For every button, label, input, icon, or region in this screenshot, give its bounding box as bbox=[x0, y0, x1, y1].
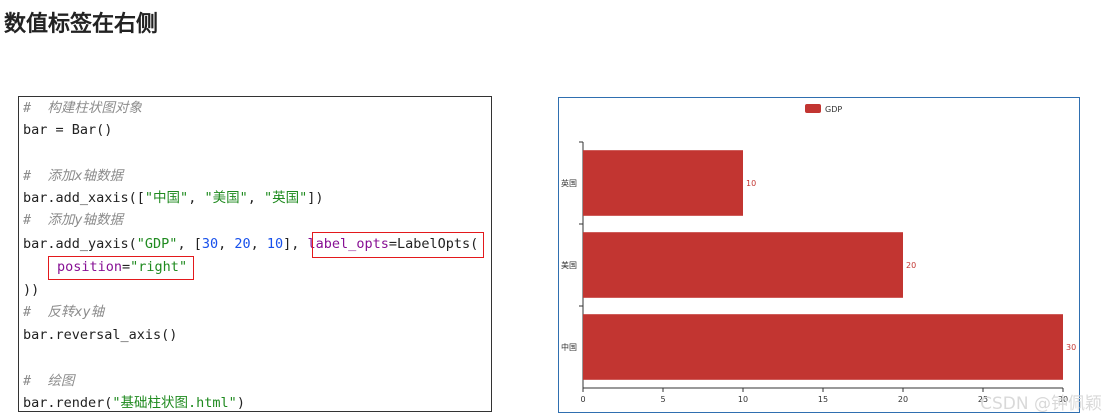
code-line: bar.reversal_axis() bbox=[23, 327, 178, 343]
y-tick-label: 美国 bbox=[561, 260, 577, 270]
code-comment: # 添加y轴数据 bbox=[23, 212, 124, 228]
code-comment: # 绘图 bbox=[23, 373, 75, 389]
code-line: )) bbox=[23, 282, 40, 298]
legend-swatch[interactable] bbox=[805, 104, 821, 113]
x-tick-label: 10 bbox=[738, 395, 748, 404]
bar[interactable] bbox=[583, 314, 1063, 380]
highlight-box-label-opts bbox=[312, 232, 484, 258]
x-tick-label: 20 bbox=[898, 395, 908, 404]
code-comment: # 反转xy轴 bbox=[23, 304, 105, 320]
bar-chart: GDP 0 5 10 15 20 25 3030中国20美国10英国 bbox=[561, 104, 1076, 404]
data-label: 20 bbox=[906, 261, 916, 270]
page-title: 数值标签在右侧 bbox=[4, 11, 159, 37]
watermark: CSDN @钟佩颖 bbox=[980, 394, 1102, 414]
bar[interactable] bbox=[583, 232, 903, 298]
x-tick-label: 15 bbox=[818, 395, 828, 404]
code-line: bar = Bar() bbox=[23, 122, 113, 138]
legend-label[interactable]: GDP bbox=[825, 105, 842, 114]
code-comment: # 构建柱状图对象 bbox=[23, 100, 142, 116]
y-tick-label: 英国 bbox=[561, 178, 577, 188]
data-label: 10 bbox=[746, 179, 756, 188]
code-block: # 构建柱状图对象 bar = Bar() # 添加x轴数据 bar.add_x… bbox=[18, 96, 492, 412]
code-comment: # 添加x轴数据 bbox=[23, 168, 124, 184]
code-line: bar.add_xaxis(["中国", "美国", "英国"]) bbox=[23, 190, 324, 206]
bar[interactable] bbox=[583, 150, 743, 216]
highlight-box-position bbox=[48, 256, 194, 280]
x-tick-label: 0 bbox=[580, 395, 585, 404]
data-label: 30 bbox=[1066, 343, 1076, 352]
x-tick-label: 5 bbox=[660, 395, 665, 404]
chart-panel: GDP 0 5 10 15 20 25 30 30 中国 20 美国 10 英国 bbox=[558, 97, 1080, 413]
code-line: bar.render("基础柱状图.html") bbox=[23, 395, 245, 411]
y-tick-label: 中国 bbox=[561, 342, 577, 352]
